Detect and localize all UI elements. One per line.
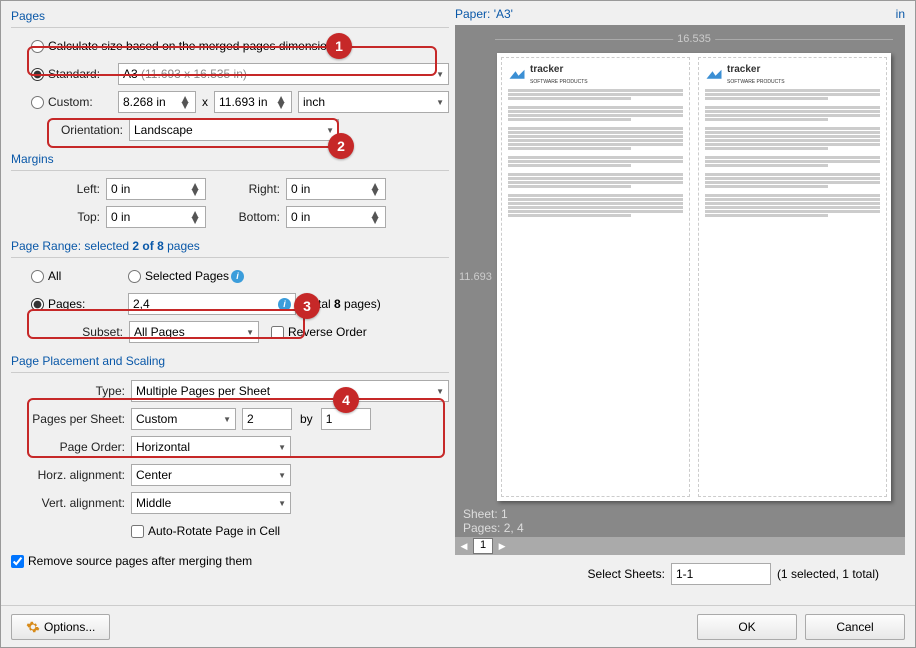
label-margin-bottom: Bottom: xyxy=(206,210,286,224)
label-type: Type: xyxy=(11,384,131,398)
preview-sheet: trackerSOFTWARE PRODUCTS trackerSOFTWARE… xyxy=(497,53,891,501)
preview-area: 16.535 11.693 trackerSOFTWARE PRODUCTS t… xyxy=(455,25,905,555)
label-paper-unit: in xyxy=(896,7,905,21)
label-orientation: Orientation: xyxy=(11,123,129,137)
label-reverse-order: Reverse Order xyxy=(288,325,367,339)
preview-info: Sheet: 1 Pages: 2, 4 xyxy=(455,505,905,537)
tracker-logo: trackerSOFTWARE PRODUCTS xyxy=(705,64,880,85)
label-custom: Custom: xyxy=(48,95,118,109)
label-margin-top: Top: xyxy=(11,210,106,224)
section-title-placement: Page Placement and Scaling xyxy=(11,352,449,368)
label-by-x: x xyxy=(196,95,214,109)
radio-pages[interactable] xyxy=(31,298,44,311)
ruler-vertical: 11.693 xyxy=(459,49,493,505)
annotation-callout: 3 xyxy=(294,293,320,319)
combo-unit[interactable]: inch▼ xyxy=(298,91,449,113)
spin-margin-right[interactable]: 0 in▲▼ xyxy=(286,178,386,200)
label-all: All xyxy=(48,269,128,283)
label-margin-left: Left: xyxy=(11,182,106,196)
combo-page-order[interactable]: Horizontal▼ xyxy=(131,436,291,458)
chevron-down-icon: ▼ xyxy=(223,415,231,424)
gear-icon xyxy=(26,620,40,634)
label-auto-rotate: Auto-Rotate Page in Cell xyxy=(148,524,280,538)
combo-subset[interactable]: All Pages▼ xyxy=(129,321,259,343)
annotation-callout: 2 xyxy=(328,133,354,159)
label-selected-pages: Selected Pages xyxy=(145,269,229,283)
chevron-down-icon: ▼ xyxy=(436,387,444,396)
label-remove-source: Remove source pages after merging them xyxy=(28,554,252,568)
ok-button[interactable]: OK xyxy=(697,614,797,640)
label-subset: Subset: xyxy=(11,325,129,339)
label-calculate: Calculate size based on the merged pages… xyxy=(48,39,340,53)
checkbox-reverse-order[interactable] xyxy=(271,326,284,339)
annotation-callout: 4 xyxy=(333,387,359,413)
chevron-down-icon: ▼ xyxy=(278,443,286,452)
preview-page: trackerSOFTWARE PRODUCTS xyxy=(698,57,887,497)
radio-selected-pages[interactable] xyxy=(128,270,141,283)
combo-valign[interactable]: Middle▼ xyxy=(131,492,291,514)
spin-margin-bottom[interactable]: 0 in▲▼ xyxy=(286,206,386,228)
radio-custom[interactable] xyxy=(31,96,44,109)
chevron-down-icon: ▼ xyxy=(278,499,286,508)
label-margin-right: Right: xyxy=(206,182,286,196)
chevron-down-icon: ▼ xyxy=(278,471,286,480)
section-title-pages: Pages xyxy=(11,7,449,23)
spin-margin-top[interactable]: 0 in▲▼ xyxy=(106,206,206,228)
label-by: by xyxy=(292,412,321,426)
label-select-sheets: Select Sheets: xyxy=(588,567,665,581)
combo-standard-size[interactable]: A3 (11.693 x 16.535 in) ▼ xyxy=(118,63,449,85)
combo-placement-type[interactable]: Multiple Pages per Sheet▼ xyxy=(131,380,449,402)
chevron-down-icon: ▼ xyxy=(326,126,334,135)
info-icon[interactable]: i xyxy=(231,270,244,283)
annotation-callout: 1 xyxy=(326,33,352,59)
preview-page: trackerSOFTWARE PRODUCTS xyxy=(501,57,690,497)
label-valign: Vert. alignment: xyxy=(11,496,131,510)
label-paper-title: Paper: 'A3' xyxy=(455,7,513,21)
tracker-logo: trackerSOFTWARE PRODUCTS xyxy=(508,64,683,85)
radio-standard[interactable] xyxy=(31,68,44,81)
cancel-button[interactable]: Cancel xyxy=(805,614,905,640)
chevron-down-icon: ▼ xyxy=(436,70,444,79)
checkbox-remove-source[interactable] xyxy=(11,555,24,568)
combo-halign[interactable]: Center▼ xyxy=(131,464,291,486)
sheet-tab[interactable]: 1 xyxy=(473,538,493,554)
next-sheet-button[interactable]: ▶ xyxy=(493,541,511,552)
label-page-order: Page Order: xyxy=(11,440,131,454)
input-pps-cols[interactable]: 2 xyxy=(242,408,292,430)
spin-margin-left[interactable]: 0 in▲▼ xyxy=(106,178,206,200)
combo-orientation[interactable]: Landscape▼ xyxy=(129,119,339,141)
section-title-margins: Margins xyxy=(11,150,449,166)
spin-custom-width[interactable]: 8.268 in▲▼ xyxy=(118,91,196,113)
preview-tab-bar: ◀ 1 ▶ xyxy=(455,537,905,555)
prev-sheet-button[interactable]: ◀ xyxy=(455,541,473,552)
label-standard: Standard: xyxy=(48,67,118,81)
checkbox-auto-rotate[interactable] xyxy=(131,525,144,538)
radio-all-pages[interactable] xyxy=(31,270,44,283)
combo-pages-per-sheet[interactable]: Custom▼ xyxy=(131,408,236,430)
label-select-summary: (1 selected, 1 total) xyxy=(777,567,879,581)
chevron-down-icon: ▼ xyxy=(246,328,254,337)
spin-custom-height[interactable]: 11.693 in▲▼ xyxy=(214,91,292,113)
input-select-sheets[interactable]: 1-1 xyxy=(671,563,771,585)
input-pages[interactable]: 2,4 i xyxy=(128,293,296,315)
section-title-range: Page Range: selected 2 of 8 pages xyxy=(11,237,449,253)
info-icon[interactable]: i xyxy=(278,298,291,311)
ruler-horizontal: 16.535 xyxy=(495,33,893,45)
radio-calculate[interactable] xyxy=(31,40,44,53)
chevron-down-icon: ▼ xyxy=(436,98,444,107)
options-button[interactable]: Options... xyxy=(11,614,110,640)
label-pages-per-sheet: Pages per Sheet: xyxy=(11,412,131,426)
label-halign: Horz. alignment: xyxy=(11,468,131,482)
label-pages: Pages: xyxy=(48,297,128,311)
